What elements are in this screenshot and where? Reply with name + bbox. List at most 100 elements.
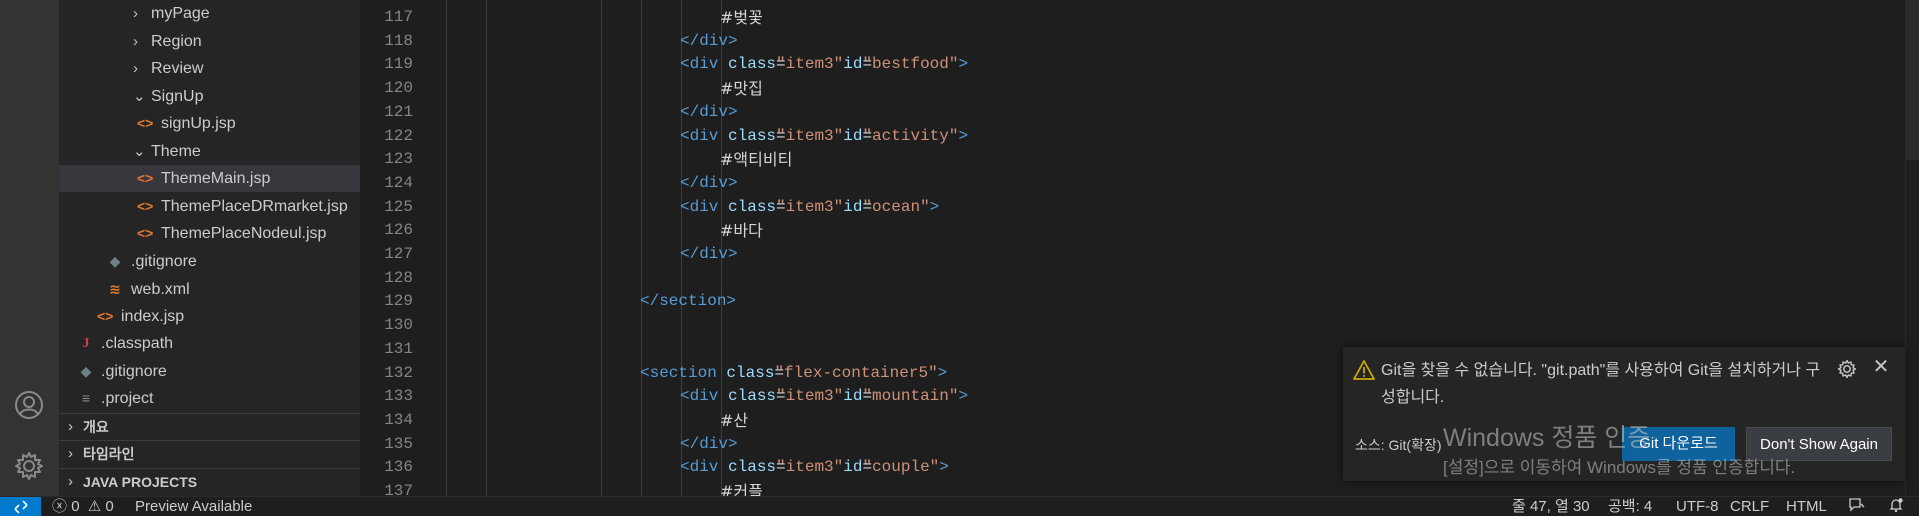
preview-status[interactable]: Preview Available — [135, 497, 252, 516]
code-token: = — [862, 55, 873, 74]
tree-item-label: .gitignore — [101, 363, 167, 380]
code-token: > — [958, 387, 969, 406]
line-number: 126 — [384, 221, 413, 240]
code-token: = — [776, 55, 786, 74]
code-token: #바다 — [720, 221, 763, 241]
activation-watermark-subtitle: [설정]으로 이동하여 Windows를 정품 인증합니다. — [1443, 458, 1796, 477]
editor-scrollbar[interactable] — [1905, 0, 1919, 496]
code-line: #바다 — [720, 219, 763, 245]
manage-gear-icon[interactable] — [13, 450, 45, 482]
code-token: class — [728, 197, 777, 216]
indentation-status[interactable]: 공백: 4 — [1608, 497, 1652, 516]
tree-item-label: index.jsp — [121, 308, 185, 325]
close-icon[interactable]: ✕ — [1870, 356, 1892, 378]
code-token: "item3" — [776, 55, 844, 74]
code-line: <div class = "item3" id = "mountain"> — [680, 385, 968, 409]
chevron-down-icon: ⌄ — [133, 88, 146, 105]
warning-count: 0 — [105, 498, 114, 515]
activity-bar — [0, 0, 59, 496]
outline-panel-header[interactable]: › 개요 — [59, 413, 360, 439]
code-token: </div> — [680, 173, 738, 192]
file-row[interactable]: <> ThemeMain.jsp — [59, 165, 360, 192]
tree-item-label: signUp.jsp — [161, 115, 236, 132]
code-line: <div class = "item3" id = "couple"> — [680, 456, 949, 480]
code-token: </div> — [680, 31, 738, 50]
file-row[interactable]: ◆ .gitignore — [59, 248, 360, 275]
code-token: </div> — [680, 102, 738, 121]
encoding-status[interactable]: UTF-8 — [1676, 497, 1719, 516]
line-number: 133 — [384, 387, 413, 406]
tree-item-label: myPage — [151, 5, 210, 22]
timeline-panel-header[interactable]: › 타임라인 — [59, 440, 360, 466]
gear-icon[interactable] — [1837, 359, 1857, 379]
folder-row[interactable]: › myPage — [59, 0, 360, 27]
file-row[interactable]: <> signUp.jsp — [59, 110, 360, 137]
code-line: </div> — [680, 243, 738, 267]
code-line: </section> — [640, 290, 736, 314]
remote-indicator-button[interactable] — [0, 497, 41, 516]
cursor-position[interactable]: 줄 47, 열 30 — [1512, 497, 1590, 516]
code-line: #맛집 — [720, 77, 763, 103]
file-row[interactable]: ≡ .project — [59, 385, 360, 412]
code-token: <div — [680, 387, 729, 406]
folder-row[interactable]: › Region — [59, 28, 360, 55]
code-token: class — [728, 126, 777, 145]
code-token: = — [862, 458, 873, 477]
problems-indicator[interactable]: ⓧ 0 ⚠ 0 — [52, 497, 114, 516]
folder-row[interactable]: ⌄ Theme — [59, 138, 360, 165]
language-mode[interactable]: HTML — [1786, 497, 1827, 516]
code-token: > — [939, 458, 949, 477]
remote-icon — [13, 500, 28, 514]
status-bar: ⓧ 0 ⚠ 0 Preview Available 줄 47, 열 30 공백:… — [0, 496, 1919, 516]
line-number: 118 — [384, 31, 413, 50]
code-token: = — [774, 363, 785, 382]
code-token: > — [929, 197, 940, 216]
file-row[interactable]: <> index.jsp — [59, 303, 360, 330]
code-token: <div — [680, 126, 729, 145]
code-token: <div — [680, 197, 729, 216]
code-token: </section> — [640, 292, 737, 311]
code-line: <div class = "item3" id = "activity"> — [680, 125, 968, 149]
panel-title-java-projects: JAVA PROJECTS — [83, 474, 198, 490]
code-file-icon: <> — [137, 115, 154, 131]
code-token: "flex-container5" — [774, 363, 938, 382]
tree-item-label: SignUp — [151, 88, 204, 105]
code-token: "item3" — [776, 458, 844, 477]
code-token: "item3" — [776, 387, 844, 406]
line-number: 132 — [384, 363, 413, 382]
line-number: 120 — [384, 79, 413, 98]
panel-title-timeline: 타임라인 — [83, 446, 135, 462]
code-token: = — [862, 126, 873, 145]
file-row[interactable]: ≋ web.xml — [59, 276, 360, 303]
file-row[interactable]: ◆ .gitignore — [59, 358, 360, 385]
code-file-icon: <> — [137, 170, 154, 186]
scrollbar-thumb[interactable] — [1905, 0, 1919, 160]
notifications-bell-icon[interactable] — [1888, 497, 1904, 516]
line-number: 128 — [384, 268, 413, 287]
git-file-icon: ◆ — [80, 363, 92, 379]
line-number: 123 — [384, 150, 413, 169]
indent-guide — [601, 0, 602, 496]
account-icon[interactable] — [13, 389, 45, 421]
folder-row[interactable]: ⌄ SignUp — [59, 83, 360, 110]
lines-file-icon: ≡ — [81, 390, 91, 406]
feedback-icon[interactable] — [1848, 497, 1866, 516]
file-row[interactable]: J .classpath — [59, 330, 360, 357]
line-number: 119 — [384, 55, 413, 74]
code-token: = — [862, 387, 873, 406]
code-token: </div> — [680, 434, 738, 453]
code-token: "couple" — [862, 458, 940, 477]
panel-title-outline: 개요 — [83, 419, 109, 435]
code-token: = — [776, 458, 786, 477]
warning-icon — [1353, 360, 1375, 380]
file-row[interactable]: <> ThemePlaceNodeul.jsp — [59, 220, 360, 247]
eol-status[interactable]: CRLF — [1730, 497, 1769, 516]
git-file-icon: ◆ — [109, 253, 121, 269]
tree-item-label: Region — [151, 33, 202, 50]
rss-file-icon: ≋ — [109, 281, 121, 297]
folder-row[interactable]: › Review — [59, 55, 360, 82]
line-number: 130 — [384, 316, 413, 335]
java-projects-panel-header[interactable]: › JAVA PROJECTS — [59, 468, 360, 494]
file-row[interactable]: <> ThemePlaceDRmarket.jsp — [59, 193, 360, 220]
code-token: class — [726, 363, 775, 382]
